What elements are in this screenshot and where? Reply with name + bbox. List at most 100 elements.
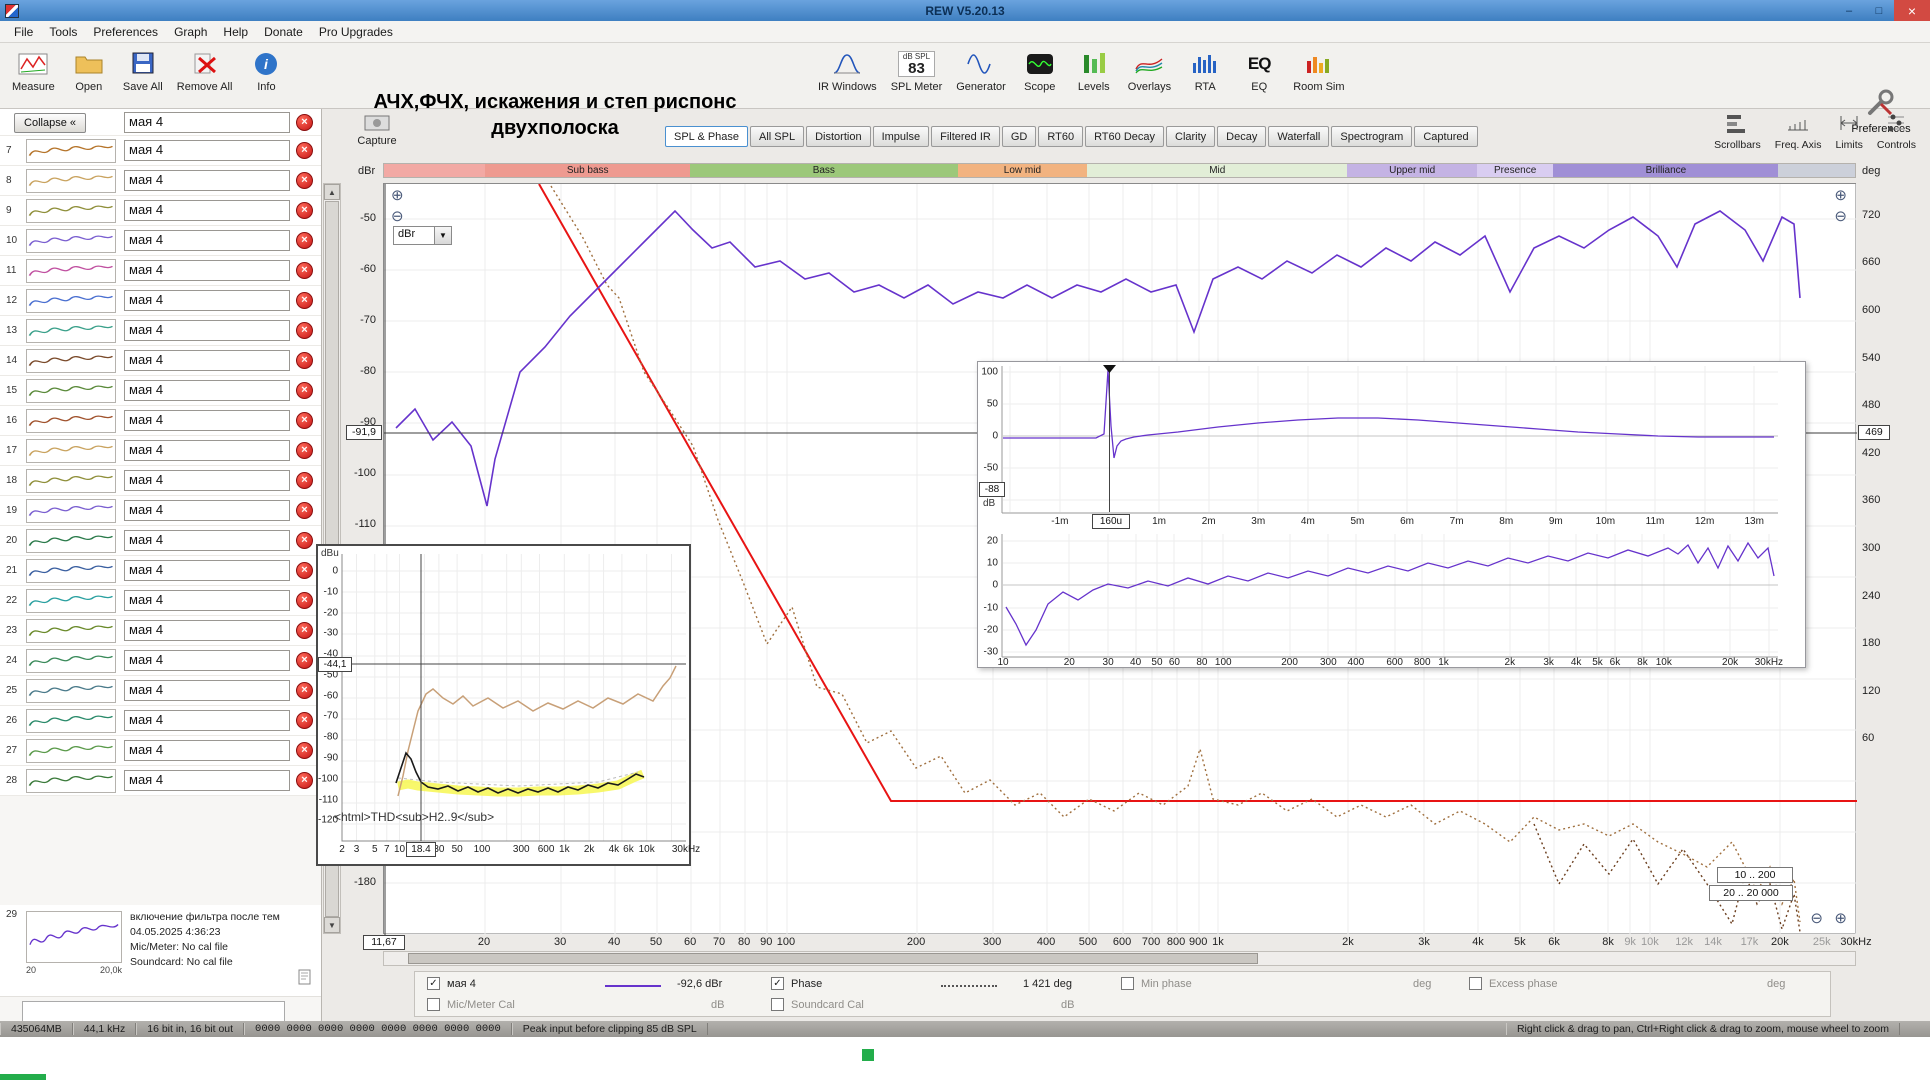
delete-measurement-button[interactable]: × [296,742,313,759]
room-sim-button[interactable]: Room Sim [1287,45,1350,95]
excess-phase-checkbox[interactable] [1469,977,1482,990]
collapse-panel-button[interactable]: Collapse « [14,113,86,133]
delete-measurement-button[interactable]: × [296,562,313,579]
measurement-row[interactable]: 15 мая 4 × [0,376,321,406]
impulse-response-inset[interactable]: 100500-50 dB -88 -1m1m2m3m4m5m6m7m8m9m10… [977,361,1806,668]
measurement-row[interactable]: 17 мая 4 × [0,436,321,466]
close-button[interactable]: × [1894,0,1930,21]
delete-measurement-button[interactable]: × [296,292,313,309]
measurement-row[interactable]: 26 мая 4 × [0,706,321,736]
delete-measurement-button[interactable]: × [296,682,313,699]
delete-measurement-button[interactable]: × [296,592,313,609]
measurement-row[interactable]: 12 мая 4 × [0,286,321,316]
notes-icon[interactable] [298,969,311,988]
scroll-down-arrow[interactable]: ▼ [324,917,340,933]
measurement-row[interactable]: 22 мая 4 × [0,586,321,616]
measurement-row-expanded[interactable]: 29 20 20,0k включение фильтра после тем … [0,905,322,997]
measurement-row[interactable]: 9 мая 4 × [0,196,321,226]
save-all-button[interactable]: Save All [117,45,169,95]
measurement-row[interactable]: 24 мая 4 × [0,646,321,676]
graph-tab[interactable]: Decay [1217,126,1266,147]
measurement-row[interactable]: 7 мая 4 × [0,136,321,166]
title-bar[interactable]: REW V5.20.13 – □ × [0,0,1930,21]
zoom-out-icon[interactable]: ⊖ [391,209,404,225]
measurement-name-field[interactable]: мая 4 [124,230,290,251]
measurement-row[interactable]: 25 мая 4 × [0,676,321,706]
measurement-name-field[interactable]: мая 4 [124,620,290,641]
measurement-row[interactable]: 18 мая 4 × [0,466,321,496]
measurement-name-field[interactable]: мая 4 [124,650,290,671]
controls-button[interactable]: Controls [1877,112,1916,151]
zoom-in-icon[interactable]: ⊕ [1834,911,1847,927]
scroll-up-arrow[interactable]: ▲ [324,184,340,200]
minimize-button[interactable]: – [1834,0,1864,21]
measurement-name-field[interactable]: мая 4 [124,260,290,281]
zoom-in-icon[interactable]: ⊕ [391,188,404,204]
min-phase-checkbox[interactable] [1121,977,1134,990]
mic-cal-checkbox[interactable] [427,998,440,1011]
graph-tab[interactable]: All SPL [750,126,804,147]
overlays-button[interactable]: Overlays [1122,45,1177,95]
graph-tab[interactable]: Impulse [873,126,930,147]
delete-measurement-button[interactable]: × [296,352,313,369]
freq-axis-button[interactable]: Freq. Axis [1775,112,1822,151]
limits-button[interactable]: Limits [1835,112,1862,151]
menu-item[interactable]: Tools [41,23,85,41]
delete-measurement-button[interactable]: × [296,502,313,519]
measurement-name-field[interactable]: мая 4 [124,740,290,761]
eq-button[interactable]: EQ EQ [1233,45,1285,95]
menu-item[interactable]: File [6,23,41,41]
graph-tab[interactable]: RT60 [1038,126,1083,147]
delete-measurement-button[interactable]: × [296,652,313,669]
measurement-visible-checkbox[interactable]: ✓ [427,977,440,990]
measurement-row[interactable]: 20 мая 4 × [0,526,321,556]
measurement-name-field[interactable]: мая 4 [124,470,290,491]
graph-tab[interactable]: Captured [1414,126,1477,147]
graph-tab[interactable]: SPL & Phase [665,126,748,147]
horizontal-scroll-thumb[interactable] [408,953,1258,964]
delete-measurement-button[interactable]: × [296,622,313,639]
zoom-in-icon[interactable]: ⊕ [1834,188,1847,204]
measurement-name-field[interactable]: мая 4 [124,170,290,191]
measurement-name-field[interactable]: мая 4 [124,380,290,401]
vertical-axis-unit-selector[interactable]: dBr ▼ [393,226,452,245]
delete-measurement-button[interactable]: × [296,322,313,339]
measurement-row[interactable]: 8 мая 4 × [0,166,321,196]
delete-measurement-button[interactable]: × [296,172,313,189]
measurement-row[interactable]: 11 мая 4 × [0,256,321,286]
measurement-name-field[interactable]: мая 4 [124,320,290,341]
measure-button[interactable]: Measure [6,45,61,95]
measurement-name-field[interactable]: мая 4 [124,350,290,371]
graph-tab[interactable]: Filtered IR [931,126,1000,147]
measurement-name-field[interactable]: мая 4 [124,440,290,461]
graph-tab[interactable]: GD [1002,126,1037,147]
delete-measurement-button[interactable]: × [296,712,313,729]
measurement-name-field[interactable]: мая 4 [124,590,290,611]
measurement-name-field[interactable]: мая 4 [124,770,290,791]
ir-windows-button[interactable]: IR Windows [812,45,883,95]
measurement-row[interactable]: 13 мая 4 × [0,316,321,346]
graph-tab[interactable]: Clarity [1166,126,1215,147]
scrollbars-button[interactable]: Scrollbars [1714,112,1761,151]
delete-measurement-button[interactable]: × [296,442,313,459]
open-button[interactable]: Open [63,45,115,95]
measurement-row[interactable]: 28 мая 4 × [0,766,321,796]
measurement-name-field[interactable]: мая 4 [124,710,290,731]
measurement-name-field[interactable]: мая 4 [124,680,290,701]
delete-measurement-button[interactable]: × [296,532,313,549]
graph-tab[interactable]: RT60 Decay [1085,126,1164,147]
measurement-name-field[interactable]: мая 4 [124,200,290,221]
remove-all-button[interactable]: Remove All [171,45,239,95]
measurement-name-field[interactable]: мая 4 [124,290,290,311]
soundcard-cal-checkbox[interactable] [771,998,784,1011]
thd-inset[interactable]: dBu 0-10-20-30-40-50-60-70-80-90-100-110… [316,544,691,866]
delete-measurement-button[interactable]: × [296,114,313,131]
graph-tab[interactable]: Waterfall [1268,126,1329,147]
zoom-out-icon[interactable]: ⊖ [1834,209,1847,225]
graph-tab[interactable]: Distortion [806,126,870,147]
measurement-row[interactable]: 10 мая 4 × [0,226,321,256]
frequency-range-box[interactable]: 10 .. 200 [1717,867,1793,883]
measurement-name-field[interactable]: мая 4 [124,560,290,581]
chevron-down-icon[interactable]: ▼ [435,226,452,245]
info-button[interactable]: i Info [240,45,292,95]
